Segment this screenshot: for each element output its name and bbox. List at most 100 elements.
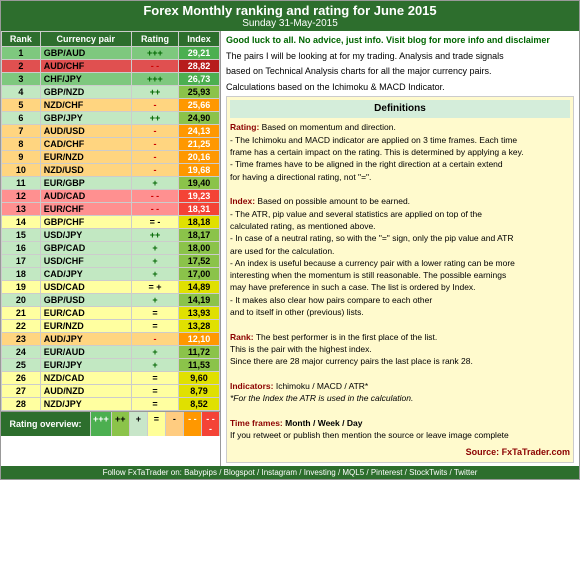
rank-cell: 12 [2,190,41,203]
index-cell: 26,73 [179,73,220,86]
table-row: 13EUR/CHF- -18,31 [2,203,220,216]
rank-cell: 25 [2,359,41,372]
def-index-d5: - An index is useful because a currency … [230,257,570,269]
rank-cell: 22 [2,320,41,333]
rating-cell: - [131,125,178,138]
rating-overview-item: - - - [202,412,220,436]
table-row: 14GBP/CHF= -18,18 [2,216,220,229]
def-rating-d3: - Time frames have to be aligned in the … [230,158,570,170]
rank-cell: 15 [2,229,41,242]
table-row: 6GBP/JPY++24,90 [2,112,220,125]
table-row: 5NZD/CHF-25,66 [2,99,220,112]
rating-cell: = - [131,216,178,229]
index-cell: 24,90 [179,112,220,125]
def-rating-d1: - The Ichimoku and MACD indicator are ap… [230,134,570,146]
pair-cell: EUR/NZD [40,151,131,164]
pair-cell: GBP/NZD [40,86,131,99]
rating-cell: = [131,385,178,398]
pair-cell: AUD/USD [40,125,131,138]
index-cell: 20,16 [179,151,220,164]
rank-cell: 7 [2,125,41,138]
rank-cell: 14 [2,216,41,229]
rating-cell: - - [131,203,178,216]
def-index: Index: Based on possible amount to be ea… [230,195,570,207]
table-row: 11EUR/GBP+19,40 [2,177,220,190]
rank-cell: 16 [2,242,41,255]
rank-cell: 5 [2,99,41,112]
pair-cell: AUD/NZD [40,385,131,398]
def-retweet: If you retweet or publish then mention t… [230,429,570,441]
pair-cell: CAD/JPY [40,268,131,281]
line3: Calculations based on the Ichimoku & MAC… [226,81,574,94]
def-compare1: - It makes also clear how pairs compare … [230,294,570,306]
table-row: 28NZD/JPY=8,52 [2,398,220,411]
header: Forex Monthly ranking and rating for Jun… [1,1,579,31]
rating-cell: +++ [131,73,178,86]
index-cell: 14,19 [179,294,220,307]
def-rank: Rank: The best performer is in the first… [230,331,570,343]
rank-cell: 19 [2,281,41,294]
index-cell: 8,79 [179,385,220,398]
rating-overview-label: Rating overview: [1,412,91,436]
rating-cell: + [131,346,178,359]
index-cell: 13,93 [179,307,220,320]
rating-cell: = [131,307,178,320]
rating-cell: - [131,99,178,112]
pair-cell: AUD/CHF [40,60,131,73]
rating-cell: - - [131,60,178,73]
rating-cell: = [131,320,178,333]
def-rank-d2: Since there are 28 major currency pairs … [230,355,570,367]
index-cell: 18,18 [179,216,220,229]
pair-cell: NZD/CAD [40,372,131,385]
table-row: 20GBP/USD+14,19 [2,294,220,307]
def-index-d2: calculated rating, as mentioned above. [230,220,570,232]
intro-text: Good luck to all. No advice, just info. … [226,34,574,47]
index-cell: 11,53 [179,359,220,372]
def-timeframes: Time frames: Month / Week / Day [230,417,570,429]
def-index-text: Based on possible amount to be earned. [257,196,410,206]
def-indicators-text: Ichimoku / MACD / ATR* [276,381,368,391]
index-cell: 9,60 [179,372,220,385]
rank-cell: 28 [2,398,41,411]
def-rating-d2: frame has a certain impact on the rating… [230,146,570,158]
index-cell: 29,21 [179,47,220,60]
def-index-d6: interesting when the momentum is still r… [230,269,570,281]
rank-cell: 21 [2,307,41,320]
index-cell: 8,52 [179,398,220,411]
rank-cell: 11 [2,177,41,190]
pair-cell: AUD/CAD [40,190,131,203]
pair-cell: EUR/CHF [40,203,131,216]
index-cell: 19,40 [179,177,220,190]
rank-cell: 23 [2,333,41,346]
index-cell: 19,68 [179,164,220,177]
def-index-title: Index: [230,196,255,206]
pair-cell: CAD/CHF [40,138,131,151]
left-panel: Rank Currency pair Rating Index 1GBP/AUD… [1,31,221,466]
pair-cell: USD/CAD [40,281,131,294]
rank-cell: 10 [2,164,41,177]
def-rating-d4: for having a directional rating, not "="… [230,171,570,183]
table-row: 26NZD/CAD=9,60 [2,372,220,385]
def-compare2: and to itself in other (previous) lists. [230,306,570,318]
index-cell: 17,52 [179,255,220,268]
definitions-text: Rating: Based on momentum and direction.… [230,121,570,458]
def-rating-title: Rating: [230,122,259,132]
ranking-table: Rank Currency pair Rating Index 1GBP/AUD… [1,31,220,411]
pair-cell: EUR/CAD [40,307,131,320]
rating-cell: + [131,177,178,190]
rating-cell: +++ [131,47,178,60]
rank-cell: 26 [2,372,41,385]
table-row: 8CAD/CHF-21,25 [2,138,220,151]
rating-cells: ++++++=-- -- - - [91,412,220,436]
pair-cell: GBP/USD [40,294,131,307]
rank-cell: 1 [2,47,41,60]
def-index-d3: - In case of a neutral rating, so with t… [230,232,570,244]
rank-cell: 18 [2,268,41,281]
def-indicators: Indicators: Ichimoku / MACD / ATR* [230,380,570,392]
table-row: 17USD/CHF+17,52 [2,255,220,268]
table-row: 1GBP/AUD+++29,21 [2,47,220,60]
rank-cell: 27 [2,385,41,398]
rating-overview-item: +++ [91,412,112,436]
pair-cell: EUR/GBP [40,177,131,190]
rank-cell: 8 [2,138,41,151]
